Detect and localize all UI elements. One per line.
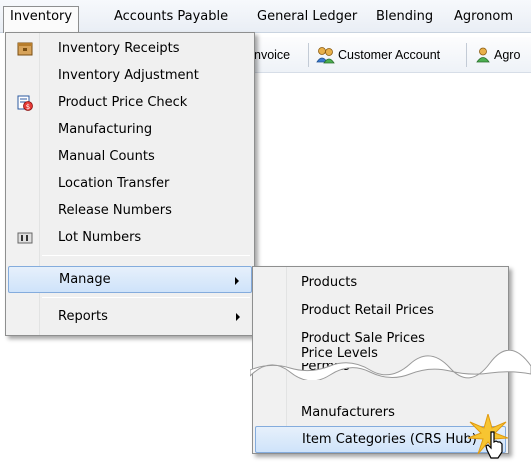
menu-item-location-transfer[interactable]: Location Transfer: [8, 170, 252, 197]
hand-cursor-icon: [485, 431, 503, 459]
menu-item-release-numbers[interactable]: Release Numbers: [8, 197, 252, 224]
menu-item-label: Inventory Adjustment: [58, 68, 199, 83]
person-icon: [476, 47, 490, 63]
menu-item-label: Lot Numbers: [58, 230, 142, 245]
toolbar-customer-account-label: Customer Account: [338, 48, 441, 62]
toolbar-separator: [308, 43, 309, 67]
menu-separator: [42, 297, 250, 298]
torn-edge-divider: [250, 350, 531, 380]
toolbar-invoice-button[interactable]: nvoice: [254, 45, 290, 65]
menu-item-manual-counts[interactable]: Manual Counts: [8, 143, 252, 170]
menu-item-label: Manufacturers: [301, 405, 395, 420]
menu-item-label: Location Transfer: [58, 176, 170, 191]
menu-item-label: Manage: [59, 272, 111, 287]
menubar-accounts-payable[interactable]: Accounts Payable: [108, 6, 234, 27]
menu-item-label: Product Sale Prices: [301, 331, 425, 346]
menu-separator: [42, 255, 250, 256]
menu-item-inventory-adjustment[interactable]: Inventory Adjustment: [8, 62, 252, 89]
svg-text:$: $: [26, 103, 30, 111]
menu-item-label: Inventory Receipts: [58, 41, 180, 56]
menubar-general-ledger[interactable]: General Ledger: [251, 6, 363, 27]
menu-item-lot-numbers[interactable]: Lot Numbers: [8, 224, 252, 251]
toolbar-agronomy-button[interactable]: Agro: [474, 45, 520, 65]
customers-icon: [316, 47, 335, 64]
menu-item-manage[interactable]: Manage: [8, 266, 252, 293]
menu-item-manufacturing[interactable]: Manufacturing: [8, 116, 252, 143]
menu-item-product-price-check[interactable]: $ Product Price Check: [8, 89, 252, 116]
submenu-item-products[interactable]: Products: [255, 269, 506, 296]
menu-item-label: Product Retail Prices: [301, 303, 434, 318]
menubar-blending[interactable]: Blending: [370, 6, 439, 27]
toolbar-agronomy-label: Agro: [494, 48, 521, 62]
inventory-menu: Inventory Receipts Inventory Adjustment …: [5, 32, 255, 336]
menu-item-label: Item Categories (CRS Hub): [302, 432, 477, 447]
menu-bar: Inventory Accounts Payable General Ledge…: [0, 0, 531, 33]
menu-item-reports[interactable]: Reports: [8, 303, 252, 330]
toolbar-separator: [466, 43, 467, 67]
toolbar-customer-account-button[interactable]: Customer Account: [316, 45, 440, 65]
menu-item-label: Reports: [58, 309, 108, 324]
menubar-inventory[interactable]: Inventory: [3, 6, 80, 33]
menubar-agronomy[interactable]: Agronom: [448, 6, 519, 27]
submenu-item-product-retail-prices[interactable]: Product Retail Prices: [255, 297, 506, 324]
menu-item-inventory-receipts[interactable]: Inventory Receipts: [8, 35, 252, 62]
menu-item-label: Products: [301, 275, 358, 290]
menu-item-label: Release Numbers: [58, 203, 172, 218]
menu-item-label: Manufacturing: [58, 122, 153, 137]
menu-item-label: Product Price Check: [58, 95, 188, 110]
box-icon: [17, 42, 33, 56]
submenu-arrow-icon: [236, 313, 240, 321]
price-check-icon: $: [17, 95, 33, 111]
submenu-arrow-icon: [235, 277, 239, 285]
toolbar: nvoice Customer Account Agro: [248, 37, 531, 73]
menu-item-label: Manual Counts: [58, 149, 155, 164]
lot-icon: [17, 232, 33, 244]
